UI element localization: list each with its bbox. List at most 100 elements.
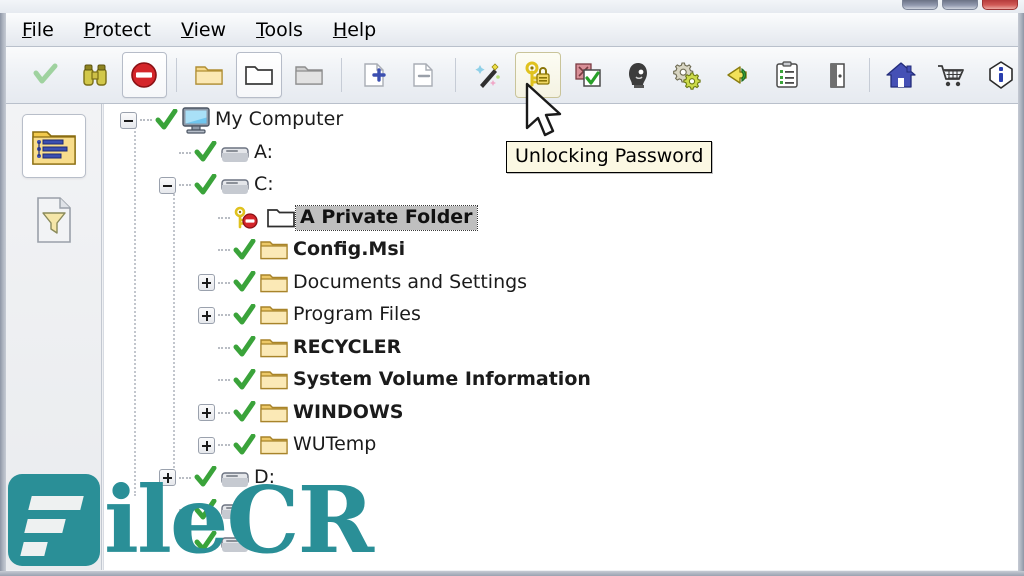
toolbar-file-remove-button[interactable] bbox=[401, 52, 447, 98]
tree-expander-minus[interactable] bbox=[159, 176, 176, 194]
tree-row[interactable]: WINDOWS bbox=[104, 397, 1018, 430]
toolbar bbox=[0, 47, 1024, 104]
tree-expander-slot bbox=[198, 339, 215, 356]
tree-row[interactable]: Documents and Settings bbox=[104, 267, 1018, 300]
toolbar-user-button[interactable] bbox=[615, 52, 661, 98]
toolbar-folder-white-button[interactable] bbox=[236, 52, 282, 98]
tree-expander-slot bbox=[198, 209, 215, 226]
tree-item-label[interactable]: RECYCLER bbox=[289, 336, 405, 360]
toolbar-exit-arrow-button[interactable] bbox=[714, 52, 760, 98]
checkbox-green-icon bbox=[575, 63, 601, 87]
toolbar-file-add-button[interactable] bbox=[351, 52, 397, 98]
check-icon bbox=[194, 173, 217, 195]
menu-file[interactable]: File bbox=[22, 17, 70, 43]
toolbar-logoff-button[interactable] bbox=[814, 52, 860, 98]
tree-row[interactable] bbox=[104, 494, 1018, 527]
tree-item-label[interactable]: A: bbox=[250, 141, 277, 165]
tree-row[interactable]: Program Files bbox=[104, 299, 1018, 332]
toolbar-check-button[interactable] bbox=[22, 52, 68, 98]
tree-item-label[interactable]: System Volume Information bbox=[289, 368, 595, 392]
minimize-button[interactable] bbox=[902, 0, 938, 10]
tree-connector bbox=[218, 249, 230, 252]
tree-connector bbox=[218, 216, 230, 219]
tree-row[interactable]: RECYCLER bbox=[104, 332, 1018, 365]
tree-item-label[interactable]: My Computer bbox=[211, 108, 347, 132]
drive-icon bbox=[221, 504, 249, 520]
file-add-icon bbox=[363, 63, 386, 87]
tree-item-label[interactable]: D: bbox=[250, 466, 279, 490]
tree-item-label[interactable]: Config.Msi bbox=[289, 238, 409, 262]
toolbar-list-button[interactable] bbox=[764, 52, 810, 98]
stop-icon bbox=[131, 62, 158, 88]
tree-item-label[interactable]: WINDOWS bbox=[289, 401, 408, 425]
folder-icon bbox=[260, 339, 288, 357]
tree-item-label[interactable]: WUTemp bbox=[289, 433, 380, 457]
folder-icon bbox=[260, 436, 288, 455]
toolbar-wizard-button[interactable] bbox=[465, 52, 511, 98]
folder-icon bbox=[260, 404, 288, 422]
tree-connector bbox=[218, 411, 230, 414]
folder-icon bbox=[260, 241, 288, 260]
sidebar-item-protected-list[interactable] bbox=[21, 114, 86, 178]
key-stop-icon bbox=[234, 206, 258, 229]
tree-row[interactable]: WUTemp bbox=[104, 429, 1018, 462]
magic-wand-icon bbox=[475, 63, 500, 88]
menu-tools[interactable]: Tools bbox=[256, 17, 319, 43]
tree-connector bbox=[179, 151, 191, 154]
tree-item-label[interactable]: Program Files bbox=[289, 303, 425, 327]
check-icon bbox=[194, 141, 217, 162]
tree-connector bbox=[140, 119, 152, 122]
folder-tree-panel[interactable]: My Computer A: C: A Private Folder Config.Ms… bbox=[103, 104, 1018, 570]
window-border-left bbox=[0, 13, 6, 576]
file-remove-icon bbox=[413, 63, 434, 87]
mouse-cursor bbox=[524, 82, 570, 148]
tree-item-label[interactable]: C: bbox=[250, 173, 278, 197]
tree-row[interactable] bbox=[104, 527, 1018, 560]
tree-row[interactable]: A Private Folder bbox=[104, 202, 1018, 235]
tree-row[interactable]: D: bbox=[104, 462, 1018, 495]
toolbar-buy-button[interactable] bbox=[928, 52, 974, 98]
tree-item-label[interactable]: Documents and Settings bbox=[289, 271, 531, 295]
sidebar-item-filter[interactable] bbox=[22, 188, 86, 252]
tree-row[interactable]: Config.Msi bbox=[104, 234, 1018, 267]
tree-connector bbox=[179, 184, 191, 187]
toolbar-home-button[interactable] bbox=[879, 52, 925, 98]
toolbar-separator bbox=[868, 58, 870, 92]
toolbar-find-button[interactable] bbox=[72, 52, 118, 98]
check-icon bbox=[233, 433, 256, 455]
tree-expander-plus[interactable] bbox=[198, 274, 215, 292]
menu-protect[interactable]: Protect bbox=[84, 17, 167, 43]
tree-expander-minus[interactable] bbox=[120, 111, 137, 129]
toolbar-stop-button[interactable] bbox=[121, 52, 168, 98]
tree-item-label[interactable]: A Private Folder bbox=[295, 204, 478, 231]
sidebar bbox=[6, 104, 102, 570]
tree-connector bbox=[218, 379, 230, 382]
maximize-button[interactable] bbox=[942, 0, 978, 10]
check-icon bbox=[233, 303, 256, 325]
door-exit-icon bbox=[829, 63, 845, 88]
tree-expander-plus[interactable] bbox=[198, 436, 215, 454]
toolbar-approve-button[interactable] bbox=[565, 52, 611, 98]
menu-view[interactable]: View bbox=[181, 17, 242, 43]
tree-expander-plus[interactable] bbox=[198, 404, 215, 422]
tree-expander-plus[interactable] bbox=[159, 469, 176, 487]
tree-expander-slot bbox=[198, 242, 215, 259]
tree-connector bbox=[179, 509, 191, 512]
folder-icon bbox=[260, 371, 288, 390]
clipboard-list-icon bbox=[776, 61, 798, 88]
gears-icon bbox=[673, 62, 701, 90]
toolbar-folder-open-button[interactable] bbox=[186, 52, 232, 98]
tree-expander-slot bbox=[198, 372, 215, 389]
toolbar-separator bbox=[176, 58, 178, 92]
toolbar-settings-button[interactable] bbox=[664, 52, 710, 98]
toolbar-separator bbox=[455, 58, 457, 92]
toolbar-folder-gray-button[interactable] bbox=[286, 52, 332, 98]
menu-help[interactable]: Help bbox=[333, 17, 392, 43]
window-border-right bbox=[1018, 13, 1024, 576]
close-button[interactable] bbox=[982, 0, 1018, 10]
tree-row[interactable]: C: bbox=[104, 169, 1018, 202]
tree-expander-plus[interactable] bbox=[198, 306, 215, 324]
tree-expander-slot bbox=[159, 534, 176, 551]
tree-row[interactable]: System Volume Information bbox=[104, 364, 1018, 397]
tree-connector bbox=[218, 346, 230, 349]
